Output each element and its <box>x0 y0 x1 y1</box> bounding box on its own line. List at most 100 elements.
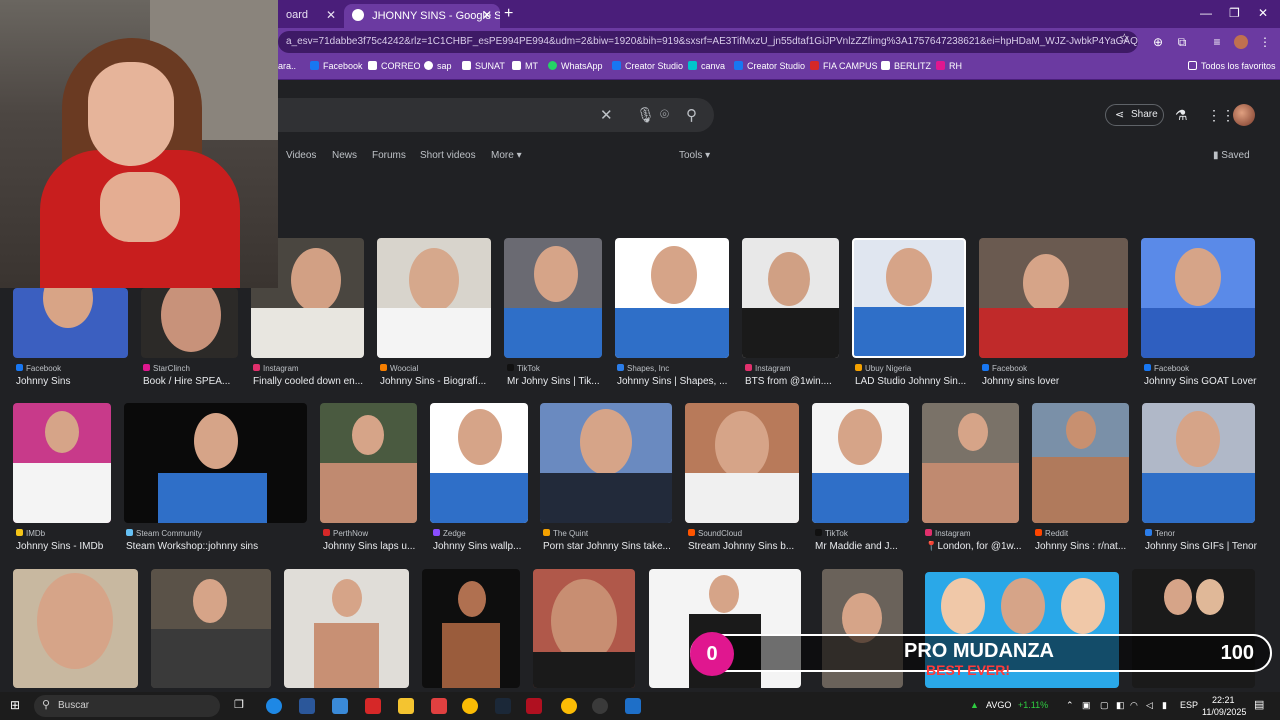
result-title[interactable]: LAD Studio Johnny Sin... <box>855 376 970 387</box>
chrome-icon[interactable] <box>561 698 577 714</box>
result-title[interactable]: Steam Workshop::johnny sins <box>126 541 311 552</box>
battery-icon[interactable]: ▮ <box>1162 700 1167 711</box>
stock-ticker[interactable]: AVGO <box>986 700 1011 710</box>
tab-news[interactable]: News <box>332 150 357 161</box>
close-tab-icon[interactable]: ✕ <box>326 8 336 22</box>
task-view-icon[interactable]: ❐ <box>234 698 244 711</box>
result-source[interactable]: Steam Community <box>126 529 306 538</box>
image-result-thumbnail[interactable] <box>1142 403 1255 523</box>
result-source[interactable]: Tenor <box>1145 529 1265 538</box>
bookmark-item[interactable]: Facebook <box>310 61 363 71</box>
language-indicator[interactable]: ESP <box>1180 700 1198 710</box>
result-source[interactable]: SoundCloud <box>688 529 803 538</box>
image-result-thumbnail[interactable] <box>151 569 271 688</box>
result-title[interactable]: Johnny Sins GOAT Lover <box>1144 376 1264 387</box>
result-source[interactable]: Woocial <box>380 364 495 373</box>
word-icon[interactable] <box>299 698 315 714</box>
image-result-thumbnail[interactable] <box>540 403 672 523</box>
result-source[interactable]: Instagram <box>745 364 845 373</box>
result-title[interactable]: Johnny Sins - Biografí... <box>380 376 495 387</box>
result-title[interactable]: Johnny sins lover <box>982 376 1132 387</box>
result-source[interactable]: The Quint <box>543 529 678 538</box>
volume-icon[interactable]: ◁ <box>1146 700 1153 711</box>
result-title[interactable]: Finally cooled down en... <box>253 376 368 387</box>
image-result-thumbnail[interactable] <box>124 403 307 523</box>
apps-grid-icon[interactable]: ⋮⋮ <box>1207 107 1235 124</box>
new-tab-icon[interactable]: + <box>504 5 513 23</box>
app-icon[interactable] <box>431 698 447 714</box>
notification-icon[interactable]: ▤ <box>1254 698 1264 711</box>
result-source[interactable]: Ubuy Nigeria <box>855 364 970 373</box>
search-icon[interactable]: ⚲ <box>686 106 697 124</box>
bookmark-item[interactable]: SUNAT <box>462 61 505 71</box>
lens-icon[interactable]: ⌾ <box>660 106 669 123</box>
menu-icon[interactable]: ⋮ <box>1258 35 1272 49</box>
tab-search-results[interactable]: JHONNY SINS - Google Search ✕ <box>344 4 500 28</box>
result-source[interactable]: Instagram <box>253 364 368 373</box>
result-title[interactable]: Johnny Sins <box>16 376 131 387</box>
image-result-thumbnail[interactable] <box>141 288 238 358</box>
app-icon[interactable] <box>332 698 348 714</box>
result-title[interactable]: Mr Johny Sins | Tik... <box>507 376 607 387</box>
result-title[interactable]: Johnny Sins laps u... <box>323 541 423 552</box>
result-title[interactable]: Stream Johnny Sins b... <box>688 541 803 552</box>
tab-forums[interactable]: Forums <box>372 150 406 161</box>
obs-icon[interactable] <box>592 698 608 714</box>
result-title[interactable]: Johnny Sins : r/nat... <box>1035 541 1135 552</box>
close-tab-icon[interactable]: ✕ <box>482 8 492 22</box>
extensions-icon[interactable]: ⧉ <box>1175 35 1189 49</box>
bookmark-item[interactable]: Creator Studio <box>734 61 805 71</box>
wps-icon[interactable] <box>365 698 381 714</box>
result-source[interactable]: Facebook <box>16 364 136 373</box>
saved-button[interactable]: ▮ Saved <box>1213 150 1250 161</box>
result-source[interactable]: Facebook <box>982 364 1132 373</box>
image-result-thumbnail[interactable] <box>13 288 128 358</box>
clock-time[interactable]: 22:21 <box>1212 695 1235 705</box>
result-title[interactable]: Johnny Sins | Shapes, ... <box>617 376 732 387</box>
restore-icon[interactable]: ❐ <box>1229 6 1240 20</box>
tab-short-videos[interactable]: Short videos <box>420 150 476 161</box>
all-bookmarks[interactable]: Todos los favoritos <box>1188 61 1276 71</box>
image-result-thumbnail[interactable] <box>377 238 491 358</box>
wifi-icon[interactable]: ◠ <box>1130 700 1138 711</box>
result-source[interactable]: Reddit <box>1035 529 1135 538</box>
bookmark-item[interactable]: BERLITZ <box>881 61 931 71</box>
chevron-up-icon[interactable]: ⌃ <box>1066 700 1074 711</box>
tab-videos[interactable]: Videos <box>286 150 316 161</box>
bookmark-item[interactable]: MT <box>512 61 538 71</box>
image-result-thumbnail[interactable] <box>13 569 138 688</box>
app-icon[interactable] <box>526 698 542 714</box>
image-result-thumbnail[interactable] <box>13 403 111 523</box>
bookmark-item[interactable]: CORREO <box>368 61 421 71</box>
address-bar[interactable]: a_esv=71dabbe3f75c4242&rlz=1C1CHBF_esPE9… <box>278 31 1138 53</box>
result-source[interactable]: Facebook <box>1144 364 1264 373</box>
image-result-thumbnail[interactable] <box>504 238 602 358</box>
bookmark-item[interactable]: ara.. <box>278 61 296 71</box>
minimize-icon[interactable]: — <box>1200 6 1212 20</box>
clock-date[interactable]: 11/09/2025 <box>1202 707 1246 717</box>
image-result-thumbnail[interactable] <box>922 403 1019 523</box>
search-input[interactable]: ✕ 🎙 ⌾ ⚲ <box>278 98 714 132</box>
bookmark-star-icon[interactable]: ☆ <box>1119 31 1130 45</box>
image-result-thumbnail[interactable] <box>320 403 417 523</box>
result-source[interactable]: TikTok <box>815 529 915 538</box>
clear-icon[interactable]: ✕ <box>600 106 613 124</box>
bookmark-item[interactable]: Creator Studio <box>612 61 683 71</box>
tab-previous[interactable]: oard ✕ <box>278 4 344 28</box>
taskbar-search-input[interactable]: ⚲ Buscar <box>34 695 220 717</box>
microphone-icon[interactable]: 🎙 <box>636 106 655 124</box>
app-tray-icon[interactable]: ▢ <box>1100 700 1109 711</box>
image-result-thumbnail[interactable] <box>979 238 1128 358</box>
result-title[interactable]: 📍London, for @1w... <box>925 541 1025 552</box>
result-source[interactable]: PerthNow <box>323 529 423 538</box>
image-result-thumbnail[interactable] <box>812 403 909 523</box>
image-result-thumbnail[interactable] <box>615 238 729 358</box>
result-source[interactable]: StarClinch <box>143 364 243 373</box>
result-title[interactable]: BTS from @1win.... <box>745 376 845 387</box>
result-source[interactable]: Zedge <box>433 529 533 538</box>
image-result-thumbnail[interactable] <box>852 238 966 358</box>
bookmark-item[interactable]: canva <box>688 61 725 71</box>
result-source[interactable]: TikTok <box>507 364 607 373</box>
edge-icon[interactable] <box>266 698 282 714</box>
image-result-thumbnail[interactable] <box>533 569 635 688</box>
